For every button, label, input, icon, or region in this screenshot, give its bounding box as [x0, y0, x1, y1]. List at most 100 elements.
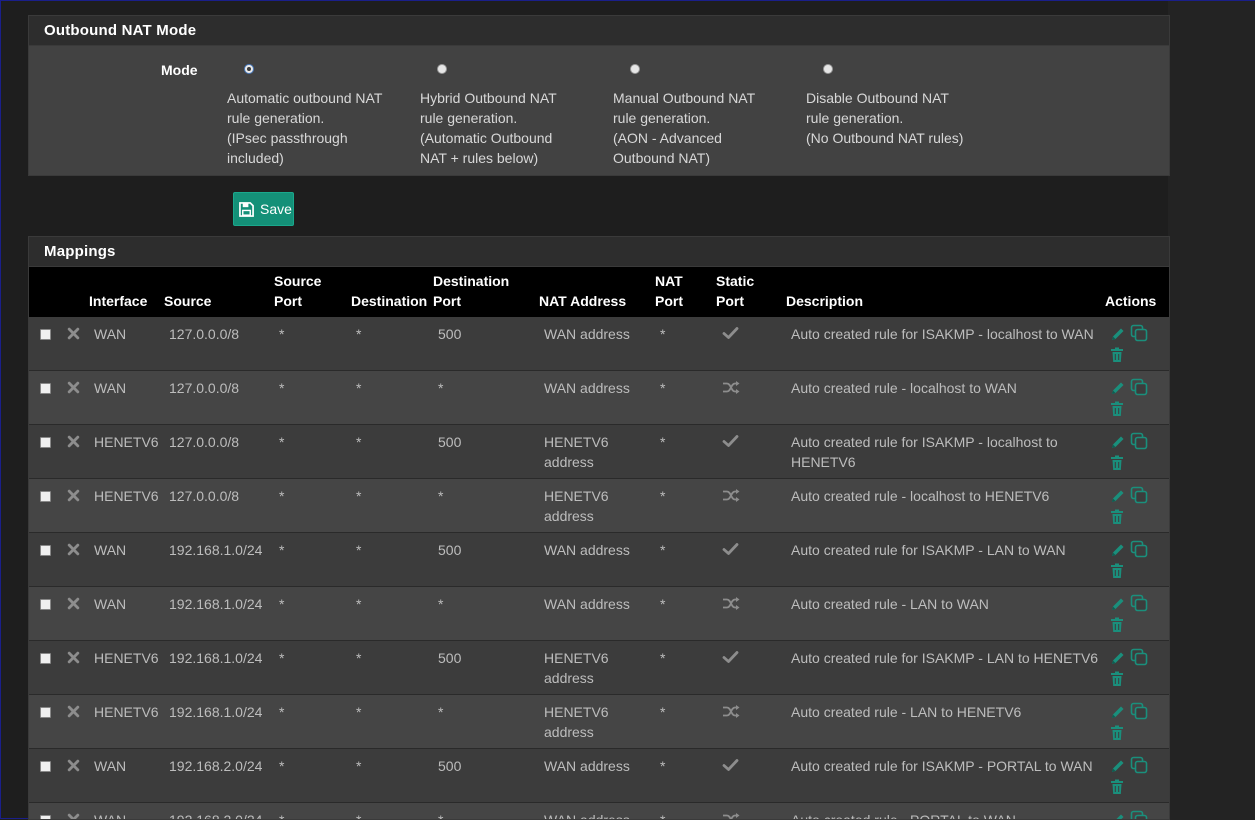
table-row[interactable]: WAN192.168.1.0/24****WAN addressAuto cre… [29, 587, 1169, 641]
trash-icon[interactable] [1110, 671, 1124, 690]
copy-icon[interactable] [1130, 540, 1149, 562]
column-header-source-port[interactable]: SourcePort [274, 271, 321, 311]
trash-icon[interactable] [1110, 509, 1124, 528]
trash-icon[interactable] [1110, 725, 1124, 744]
cell-description: Auto created rule - localhost to HENETV6 [791, 486, 1101, 506]
cell-source-port: * [279, 324, 284, 344]
copy-icon[interactable] [1130, 432, 1149, 454]
cell-source: 127.0.0.0/8 [169, 486, 239, 506]
mode-radio-1[interactable] [244, 64, 254, 74]
row-select-checkbox[interactable] [40, 815, 51, 820]
mode-radio-4[interactable] [823, 64, 833, 74]
table-row[interactable]: HENETV6192.168.1.0/24**500*HENETV6addres… [29, 641, 1169, 695]
x-icon[interactable] [67, 759, 80, 775]
copy-icon[interactable] [1130, 594, 1149, 616]
column-header-static-port[interactable]: StaticPort [716, 271, 754, 311]
save-button[interactable]: Save [233, 192, 294, 226]
cell-destination-port: * [438, 594, 443, 614]
column-header-destination-port[interactable]: DestinationPort [433, 271, 509, 311]
table-row[interactable]: HENETV6127.0.0.0/8**500*HENETV6addressAu… [29, 425, 1169, 479]
cell-source: 192.168.1.0/24 [169, 648, 262, 668]
x-icon[interactable] [67, 381, 80, 397]
mode-label: Mode [161, 62, 198, 78]
text-line: Destination [433, 271, 509, 291]
copy-icon[interactable] [1130, 378, 1149, 400]
cell-source: 192.168.2.0/24 [169, 756, 262, 776]
cell-interface: WAN [94, 756, 126, 776]
pencil-icon[interactable] [1110, 758, 1126, 777]
column-header-source[interactable]: Source [164, 291, 211, 311]
table-row[interactable]: WAN127.0.0.0/8**500*WAN addressAuto crea… [29, 317, 1169, 371]
text-line: WAN address [544, 378, 630, 398]
table-row[interactable]: WAN192.168.2.0/24****WAN addressAuto cre… [29, 803, 1169, 820]
pencil-icon[interactable] [1110, 704, 1126, 723]
x-icon[interactable] [67, 651, 80, 667]
row-select-checkbox[interactable] [40, 329, 51, 340]
mode-radio-3[interactable] [630, 64, 640, 74]
pencil-icon[interactable] [1110, 650, 1126, 669]
cell-destination: * [356, 594, 361, 614]
row-select-checkbox[interactable] [40, 383, 51, 394]
x-icon[interactable] [67, 543, 80, 559]
pencil-icon[interactable] [1110, 488, 1126, 507]
cell-destination: * [356, 648, 361, 668]
table-row[interactable]: WAN192.168.2.0/24**500*WAN addressAuto c… [29, 749, 1169, 803]
cell-nat-address: WAN address [544, 540, 630, 560]
text-line: Auto created rule for ISAKMP - localhost… [791, 432, 1101, 452]
x-icon[interactable] [67, 705, 80, 721]
mode-radio-2[interactable] [437, 64, 447, 74]
text-line: address [544, 722, 609, 742]
column-header-description[interactable]: Description [786, 291, 863, 311]
copy-icon[interactable] [1130, 324, 1149, 346]
text-line: included) [227, 148, 407, 168]
trash-icon[interactable] [1110, 563, 1124, 582]
x-icon[interactable] [67, 489, 80, 505]
trash-icon[interactable] [1110, 617, 1124, 636]
cell-nat-address: WAN address [544, 594, 630, 614]
table-row[interactable]: WAN192.168.1.0/24**500*WAN addressAuto c… [29, 533, 1169, 587]
copy-icon[interactable] [1130, 756, 1149, 778]
pencil-icon[interactable] [1110, 596, 1126, 615]
page-gutter [1168, 1, 1255, 820]
table-row[interactable]: WAN127.0.0.0/8****WAN addressAuto create… [29, 371, 1169, 425]
cell-source-port: * [279, 486, 284, 506]
cell-description: Auto created rule for ISAKMP - localhost… [791, 432, 1101, 472]
x-icon[interactable] [67, 327, 80, 343]
table-row[interactable]: HENETV6192.168.1.0/24****HENETV6addressA… [29, 695, 1169, 749]
trash-icon[interactable] [1110, 779, 1124, 798]
copy-icon[interactable] [1130, 702, 1149, 724]
check-icon [722, 542, 739, 559]
pencil-icon[interactable] [1110, 542, 1126, 561]
text-line: Automatic outbound NAT [227, 88, 407, 108]
text-line: WAN address [544, 540, 630, 560]
pencil-icon[interactable] [1110, 326, 1126, 345]
row-select-checkbox[interactable] [40, 761, 51, 772]
column-header-destination[interactable]: Destination [351, 291, 427, 311]
check-icon [722, 434, 739, 451]
trash-icon[interactable] [1110, 401, 1124, 420]
row-select-checkbox[interactable] [40, 653, 51, 664]
column-header-nat-port[interactable]: NATPort [655, 271, 683, 311]
table-row[interactable]: HENETV6127.0.0.0/8****HENETV6addressAuto… [29, 479, 1169, 533]
pencil-icon[interactable] [1110, 380, 1126, 399]
row-select-checkbox[interactable] [40, 707, 51, 718]
cell-nat-port: * [660, 648, 665, 668]
pencil-icon[interactable] [1110, 434, 1126, 453]
trash-icon[interactable] [1110, 455, 1124, 474]
row-select-checkbox[interactable] [40, 437, 51, 448]
trash-icon[interactable] [1110, 347, 1124, 366]
x-icon[interactable] [67, 435, 80, 451]
check-icon [722, 758, 739, 775]
column-header-nat-address[interactable]: NAT Address [539, 291, 626, 311]
column-header-interface[interactable]: Interface [89, 291, 147, 311]
x-icon[interactable] [67, 597, 80, 613]
text-line: NAT Address [539, 291, 626, 311]
column-header-actions[interactable]: Actions [1105, 291, 1156, 311]
cell-interface: HENETV6 [94, 648, 159, 668]
row-select-checkbox[interactable] [40, 545, 51, 556]
check-icon [722, 650, 739, 667]
copy-icon[interactable] [1130, 486, 1149, 508]
copy-icon[interactable] [1130, 648, 1149, 670]
row-select-checkbox[interactable] [40, 491, 51, 502]
row-select-checkbox[interactable] [40, 599, 51, 610]
